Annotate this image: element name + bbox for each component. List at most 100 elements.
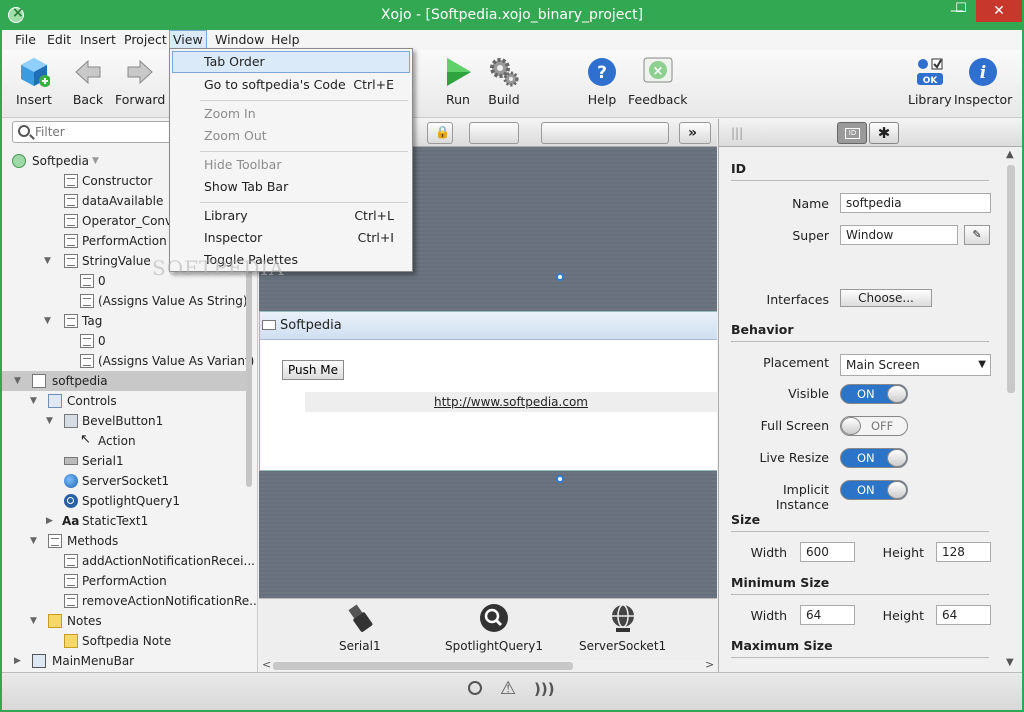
min-height-field[interactable]: 64	[936, 605, 991, 625]
toggle-state: ON	[857, 483, 875, 497]
expand-arrow-icon[interactable]: ▼	[14, 371, 24, 391]
tree-item[interactable]: (Assigns Value As Variant)	[2, 351, 254, 371]
id-tab-button[interactable]: ID	[837, 122, 867, 144]
library-icon: OK	[914, 56, 946, 88]
scrollbar-thumb[interactable]	[273, 662, 573, 670]
search-icon[interactable]	[468, 681, 482, 695]
menu-edit[interactable]: Edit	[44, 32, 74, 50]
forward-button[interactable]: Forward	[115, 56, 165, 107]
gear-tab-button[interactable]: ✱	[869, 122, 899, 144]
tree-item[interactable]: PerformAction	[2, 571, 246, 591]
tree-item[interactable]: Softpedia Note	[2, 631, 246, 651]
push-me-button[interactable]: Push Me	[282, 360, 345, 380]
order-buttons[interactable]	[469, 122, 519, 144]
collapsed-arrow-icon[interactable]: ▶	[46, 511, 56, 531]
expand-arrow-icon[interactable]: ▼	[44, 311, 54, 331]
layout-horizontal-scrollbar[interactable]: < >	[259, 658, 717, 672]
placement-select[interactable]: Main Screen ▼	[840, 354, 991, 376]
rss-feed-icon[interactable]: )))	[534, 680, 555, 698]
tree-item[interactable]: ▼ BevelButton1	[2, 411, 246, 431]
scroll-right-icon[interactable]: >	[705, 658, 714, 671]
tree-item[interactable]: 0	[2, 271, 246, 291]
resize-handle[interactable]	[556, 475, 564, 483]
resize-handle[interactable]	[556, 273, 564, 281]
more-button[interactable]: »	[679, 122, 711, 144]
menu-item-show-tab-bar[interactable]: Show Tab Bar	[172, 176, 410, 198]
tree-item[interactable]: ▼ Notes	[2, 611, 246, 631]
menu-item-goto-code[interactable]: Go to softpedia's Code Ctrl+E	[172, 74, 410, 96]
library-button[interactable]: OK Library	[908, 56, 952, 107]
insert-button[interactable]: Insert	[16, 56, 52, 107]
implicit-instance-toggle[interactable]: ON	[840, 480, 908, 500]
live-resize-toggle[interactable]: ON	[840, 448, 908, 468]
expand-arrow-icon[interactable]: ▼	[30, 531, 40, 551]
inspector-scrollbar[interactable]: ▲ ▼	[1005, 149, 1017, 671]
tree-item-label: StaticText1	[82, 514, 149, 528]
tree-item-softpedia-window[interactable]: ▼ softpedia	[2, 371, 246, 391]
tree-item[interactable]: ▶ MainMenuBar	[2, 651, 246, 671]
visible-toggle[interactable]: ON	[840, 384, 908, 404]
expand-arrow-icon[interactable]: ▼	[46, 411, 56, 431]
lock-button[interactable]: 🔒	[427, 122, 453, 144]
tree-item[interactable]: ServerSocket1	[2, 471, 246, 491]
collapsed-arrow-icon[interactable]: ▶	[14, 651, 24, 671]
inspector-button[interactable]: i Inspector	[954, 56, 1012, 107]
menu-item-library[interactable]: Library Ctrl+L	[172, 205, 410, 227]
menu-insert[interactable]: Insert	[77, 32, 119, 50]
tray-spotlightquery1[interactable]: SpotlightQuery1	[445, 603, 543, 653]
tree-item[interactable]: ▶ Aa StaticText1	[2, 511, 246, 531]
tree-item[interactable]: ▼ Controls	[2, 391, 246, 411]
run-button[interactable]: Run	[442, 56, 474, 107]
tree-item[interactable]: SpotlightQuery1	[2, 491, 246, 511]
choose-interfaces-button[interactable]: Choose...	[840, 289, 932, 307]
menu-item-tab-order[interactable]: Tab Order	[172, 51, 410, 73]
design-window-titlebar: Softpedia	[260, 312, 717, 340]
tray-serial1[interactable]: Serial1	[339, 603, 381, 653]
help-button[interactable]: ? Help	[586, 56, 618, 107]
edit-super-button[interactable]: ✎	[964, 225, 990, 245]
tree-item[interactable]: removeActionNotificationRe...	[2, 591, 257, 611]
usb-icon	[345, 603, 375, 633]
build-button[interactable]: Build	[488, 56, 520, 107]
scrollbar-thumb[interactable]	[1007, 165, 1015, 393]
menu-project[interactable]: Project	[121, 32, 170, 50]
menu-item-inspector[interactable]: Inspector Ctrl+I	[172, 227, 410, 249]
feedback-button[interactable]: × Feedback	[628, 56, 688, 107]
menu-item-toggle-palettes[interactable]: Toggle Palettes	[172, 249, 410, 271]
tree-item[interactable]: ↖ Action	[2, 431, 246, 451]
menu-item-label: Tab Order	[204, 54, 265, 69]
expand-arrow-icon[interactable]: ▼	[44, 251, 54, 271]
tree-item[interactable]: 0	[2, 331, 246, 351]
close-button[interactable]: ✕	[976, 0, 1022, 22]
back-button[interactable]: Back	[72, 56, 104, 107]
name-field[interactable]: softpedia	[840, 193, 991, 213]
interfaces-label: Interfaces	[766, 292, 829, 307]
tree-item[interactable]: addActionNotificationRecei...	[2, 551, 255, 571]
super-field[interactable]: Window	[840, 225, 958, 245]
align-buttons[interactable]	[541, 122, 669, 144]
tree-item[interactable]: ▼ Tag	[2, 311, 246, 331]
expand-arrow-icon[interactable]: ▼	[30, 611, 40, 631]
filter-input[interactable]	[35, 124, 165, 140]
scroll-down-icon[interactable]: ▼	[1006, 657, 1014, 668]
menu-file[interactable]: File	[12, 32, 39, 50]
design-window[interactable]: Softpedia Push Me http://www.softpedia.c…	[259, 311, 717, 471]
tree-item[interactable]: Serial1	[2, 451, 246, 471]
url-static-text[interactable]: http://www.softpedia.com	[305, 392, 717, 412]
tree-item[interactable]: ▼ Methods	[2, 531, 246, 551]
tree-item-label: PerformAction	[82, 234, 167, 248]
tray-serversocket1[interactable]: ServerSocket1	[579, 603, 666, 653]
min-width-field[interactable]: 64	[800, 605, 855, 625]
maximize-button[interactable]: ☐	[944, 0, 978, 20]
filter-box[interactable]	[12, 121, 172, 143]
menu-view[interactable]: View	[169, 30, 207, 50]
scroll-left-icon[interactable]: <	[262, 658, 271, 671]
fullscreen-toggle[interactable]: OFF	[840, 416, 908, 436]
tree-item[interactable]: (Assigns Value As String)	[2, 291, 248, 311]
height-field[interactable]: 128	[936, 542, 991, 562]
warning-icon[interactable]: ⚠	[500, 678, 516, 699]
width-field[interactable]: 600	[800, 542, 855, 562]
scroll-up-icon[interactable]: ▲	[1006, 149, 1014, 160]
expand-arrow-icon[interactable]: ▼	[30, 391, 40, 411]
spotlight-icon	[479, 603, 509, 633]
